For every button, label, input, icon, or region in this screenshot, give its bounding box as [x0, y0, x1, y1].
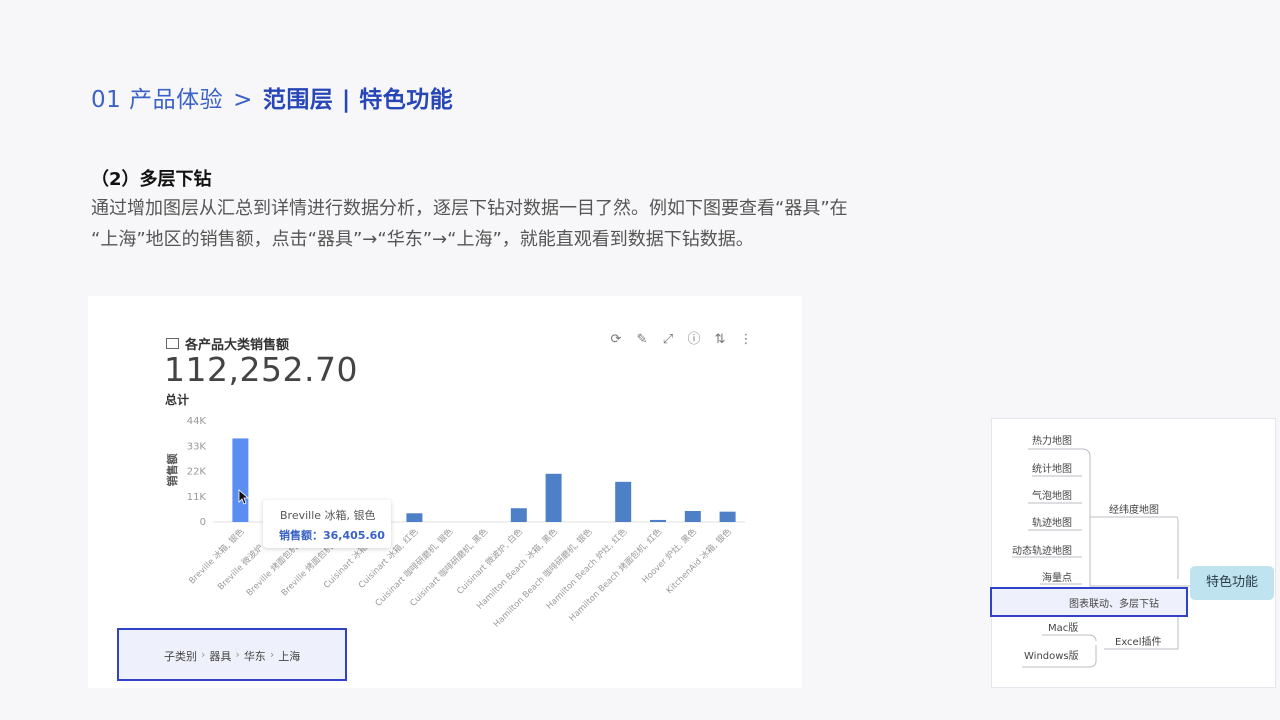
feature-mindmap: 热力地图 统计地图 气泡地图 轨迹地图 动态轨迹地图 海量点 经纬度地图 图表联…	[990, 418, 1276, 688]
mindmap-node: Windows版	[1024, 651, 1079, 662]
info-icon[interactable]: ⓘ	[686, 332, 702, 348]
expand-icon[interactable]: ⤢	[660, 332, 676, 348]
mindmap-node: 气泡地图	[1032, 491, 1072, 502]
chevron-right-icon: ›	[201, 648, 206, 661]
mindmap-branch: 图表联动、多层下钻	[1069, 599, 1159, 610]
y-tick-label: 22K	[187, 467, 207, 478]
mindmap-root: 特色功能	[1190, 566, 1274, 600]
mindmap-branch: Excel插件	[1115, 637, 1162, 648]
section-description: 通过增加图层从汇总到详情进行数据分析，逐层下钻对数据一目了然。例如下图要查看“器…	[91, 193, 971, 255]
mindmap-branch: 经纬度地图	[1109, 505, 1159, 516]
chart-bar	[406, 513, 423, 522]
tooltip-value: 销售额：36,405.60	[279, 529, 385, 542]
page-breadcrumb: 01 产品体验 > 范围层 | 特色功能	[91, 80, 453, 114]
drill-path-box: 子类别 › 器具 › 华东 › 上海	[117, 628, 347, 681]
x-tick-label: KitchenAid 冰箱, 银色	[664, 526, 734, 596]
chart-bar	[232, 438, 249, 522]
mindmap-node: 动态轨迹地图	[1012, 546, 1072, 557]
tooltip-title: Breville 冰箱, 银色	[280, 509, 376, 522]
mindmap-node: 海量点	[1042, 573, 1072, 584]
total-value: 112,252.70	[164, 350, 358, 389]
y-axis-label: 销售额	[165, 454, 179, 487]
description-line-2: “上海”地区的销售额，点击“器具”→“华东”→“上海”，就能直观看到数据下钻数据…	[91, 229, 754, 250]
drill-level-1[interactable]: 子类别	[164, 648, 197, 664]
section-heading: （2）多层下钻	[91, 169, 212, 190]
card-toolbar: ⟳ ✎ ⤢ ⓘ ⇅ ⋮	[608, 332, 754, 348]
drill-level-3[interactable]: 华东	[244, 648, 266, 664]
sort-icon[interactable]: ⇅	[712, 332, 728, 348]
edit-icon[interactable]: ✎	[634, 332, 650, 348]
chart-bar	[684, 510, 701, 522]
chart-bar	[510, 508, 527, 522]
cube-icon	[166, 338, 179, 349]
y-tick-label: 0	[200, 517, 206, 528]
y-tick-label: 44K	[187, 416, 207, 427]
drill-path: 子类别 › 器具 › 华东 › 上海	[164, 648, 300, 664]
mouse-cursor-icon	[238, 489, 250, 505]
more-icon[interactable]: ⋮	[738, 332, 754, 348]
chart-bar	[615, 481, 632, 522]
y-tick-label: 33K	[187, 441, 207, 452]
chart-tooltip: Breville 冰箱, 银色 销售额：36,405.60	[263, 500, 391, 548]
mindmap-node: 统计地图	[1032, 464, 1072, 475]
drill-level-2[interactable]: 器具	[209, 648, 231, 664]
mindmap-node: 热力地图	[1032, 436, 1072, 447]
refresh-icon[interactable]: ⟳	[608, 332, 624, 348]
breadcrumb-current: 范围层 | 特色功能	[262, 87, 454, 113]
chevron-right-icon: ›	[269, 648, 275, 661]
chart-bar	[650, 519, 666, 522]
dashboard-screenshot: 各产品大类销售额 112,252.70 总计 ⟳ ✎ ⤢ ⓘ ⇅ ⋮ 44K 33…	[88, 296, 802, 688]
chevron-right-icon: ›	[235, 648, 240, 661]
chart-bar	[719, 511, 736, 522]
breadcrumb-section: 01 产品体验	[91, 87, 224, 113]
drill-level-4[interactable]: 上海	[278, 648, 300, 664]
description-line-1: 通过增加图层从汇总到详情进行数据分析，逐层下钻对数据一目了然。例如下图要查看“器…	[91, 198, 848, 219]
mindmap-node: 轨迹地图	[1032, 518, 1072, 529]
y-tick-label: 11K	[187, 492, 207, 503]
breadcrumb-separator: >	[233, 87, 253, 113]
x-tick-label: Cuisinart 微波炉, 白色	[455, 526, 526, 597]
sales-bar-chart: 44K 33K 22K 11K 0 销售额 Breville 冰箱, 银色Breville …	[165, 416, 745, 630]
mindmap-node: Mac版	[1048, 623, 1079, 634]
chart-bar	[545, 473, 562, 522]
